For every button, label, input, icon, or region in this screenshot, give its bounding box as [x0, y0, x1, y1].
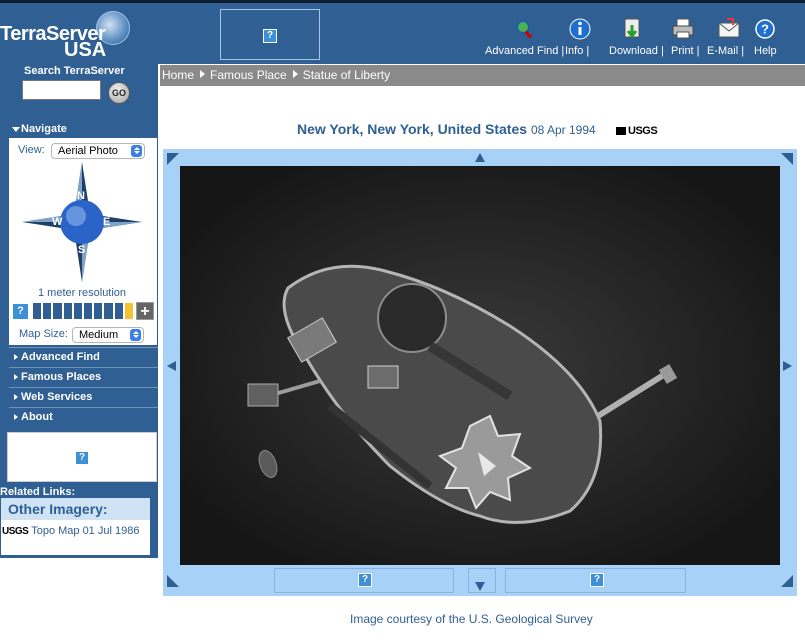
navigate-header[interactable]: Navigate	[0, 121, 158, 138]
usgs-logo: USGS	[2, 526, 29, 537]
view-select-value: Aerial Photo	[58, 145, 118, 157]
magnifier-globe-icon	[516, 20, 533, 39]
compass-west[interactable]: W	[52, 216, 62, 228]
header-bar: TerraServer USA ? Advanced Find | Info |…	[0, 0, 805, 64]
sidebar-item-about[interactable]: About	[9, 407, 158, 426]
missing-image-icon: ?	[358, 573, 372, 587]
compass-rose[interactable]	[20, 160, 144, 284]
map-size-value: Medium	[79, 329, 119, 341]
related-topo-link-text[interactable]: Topo Map 01 Jul 1986	[31, 525, 139, 537]
logo-text-line2: USA	[64, 39, 107, 61]
caret-down-icon	[12, 127, 20, 132]
caret-right-icon	[14, 394, 18, 400]
map-size-label: Map Size:	[19, 328, 68, 340]
related-topo-link[interactable]: USGS Topo Map 01 Jul 1986	[2, 524, 142, 539]
help-icon: ?	[755, 19, 775, 39]
zoom-level-step[interactable]	[124, 303, 134, 319]
breadcrumb-arrow-icon	[292, 70, 298, 78]
zoom-level-step[interactable]	[63, 303, 72, 319]
caret-right-icon	[14, 414, 18, 420]
breadcrumb-arrow-icon	[200, 70, 206, 78]
sidebar-item-famous-places[interactable]: Famous Places	[9, 367, 158, 386]
breadcrumb-current: Statue of Liberty	[302, 68, 391, 82]
search-title: Search TerraServer	[24, 65, 125, 77]
missing-image-icon: ?	[75, 451, 89, 465]
banner-ad-placeholder[interactable]: ?	[220, 9, 320, 60]
sidebar-item-label: Advanced Find	[21, 351, 100, 363]
zoom-level-step[interactable]	[84, 303, 93, 319]
toolbar-label: Print |	[671, 45, 700, 57]
zoom-level-step[interactable]	[53, 303, 62, 319]
zoom-level-step[interactable]	[33, 303, 42, 319]
zoom-level-step[interactable]	[73, 303, 83, 319]
map-footer-placeholder-right[interactable]: ?	[505, 568, 686, 593]
map-footer-placeholder-center	[468, 568, 496, 593]
breadcrumb: Home Famous Place Statue of Liberty	[160, 65, 805, 86]
other-imagery-heading: Other Imagery:	[1, 498, 150, 520]
usgs-logo-text: USGS	[628, 125, 658, 137]
sidebar-item-label: Web Services	[21, 391, 93, 403]
usgs-mark-icon	[616, 127, 626, 136]
image-courtesy-text: Image courtesy of the U.S. Geological Su…	[350, 612, 593, 626]
pan-northeast-arrow-icon[interactable]	[781, 153, 793, 165]
toolbar-label: E-Mail |	[707, 45, 745, 57]
pan-west-arrow-icon[interactable]	[167, 361, 176, 371]
compass-north[interactable]: N	[77, 190, 85, 202]
pan-southeast-arrow-icon[interactable]	[781, 575, 793, 587]
toolbar-label: Help	[754, 45, 777, 57]
select-arrows-icon	[130, 329, 141, 341]
download-icon	[624, 18, 640, 39]
pan-north-arrow-icon[interactable]	[475, 153, 485, 162]
map-size-select[interactable]: Medium	[72, 327, 144, 343]
info-icon	[569, 18, 591, 40]
missing-image-icon: ?	[263, 29, 277, 43]
view-label: View:	[18, 144, 45, 156]
map-footer-placeholder-left[interactable]: ?	[274, 568, 454, 593]
zoom-out-icon[interactable]: ?	[12, 303, 29, 320]
search-input[interactable]	[22, 80, 101, 100]
zoom-level-bar[interactable]	[33, 303, 134, 319]
toolbar-label: Advanced Find |	[485, 45, 565, 57]
aerial-photo-statue-of-liberty	[180, 166, 780, 565]
resolution-label: 1 meter resolution	[38, 287, 127, 299]
related-links-title: Related Links:	[0, 486, 76, 498]
svg-text:?: ?	[761, 22, 769, 37]
aerial-map-image[interactable]	[180, 166, 780, 565]
mail-icon	[718, 18, 740, 38]
navigate-title: Navigate	[21, 123, 67, 135]
sidebar-item-label: Famous Places	[21, 371, 102, 383]
view-select[interactable]: Aerial Photo	[51, 143, 145, 159]
place-title: New York, New York, United States 08 Apr…	[297, 121, 596, 137]
zoom-level-step[interactable]	[43, 303, 52, 319]
zoom-in-icon[interactable]: +	[136, 302, 154, 320]
compass-south[interactable]: S	[78, 244, 85, 256]
terraserver-logo[interactable]: TerraServer USA	[0, 11, 135, 63]
caret-right-icon	[14, 374, 18, 380]
sidebar-ad-placeholder[interactable]: ?	[7, 432, 157, 482]
usgs-provider-logo[interactable]: USGS	[616, 125, 658, 137]
sidebar-item-web-services[interactable]: Web Services	[9, 387, 158, 406]
toolbar-label: Info |	[565, 45, 590, 57]
pan-southwest-arrow-icon[interactable]	[167, 575, 179, 587]
printer-icon	[672, 18, 694, 39]
go-button[interactable]: GO	[108, 82, 130, 104]
sidebar-item-label: About	[21, 411, 53, 423]
pan-northwest-arrow-icon[interactable]	[167, 153, 179, 165]
toolbar-label: Download |	[609, 45, 664, 57]
pan-east-arrow-icon[interactable]	[783, 361, 792, 371]
breadcrumb-home[interactable]: Home	[162, 65, 194, 86]
missing-image-icon: ?	[590, 573, 604, 587]
breadcrumb-famous-place[interactable]: Famous Place	[210, 65, 287, 86]
place-name: New York, New York, United States	[297, 121, 528, 137]
select-arrows-icon	[131, 145, 142, 157]
caret-right-icon	[14, 354, 18, 360]
terraserver-page: TerraServer USA ? Advanced Find | Info |…	[0, 0, 805, 643]
sidebar-item-advanced-find[interactable]: Advanced Find	[9, 347, 158, 366]
zoom-level-step[interactable]	[94, 303, 103, 319]
compass-east[interactable]: E	[103, 216, 110, 228]
zoom-level-step[interactable]	[104, 303, 113, 319]
image-date: 08 Apr 1994	[530, 123, 596, 137]
zoom-level-step[interactable]	[114, 303, 123, 319]
